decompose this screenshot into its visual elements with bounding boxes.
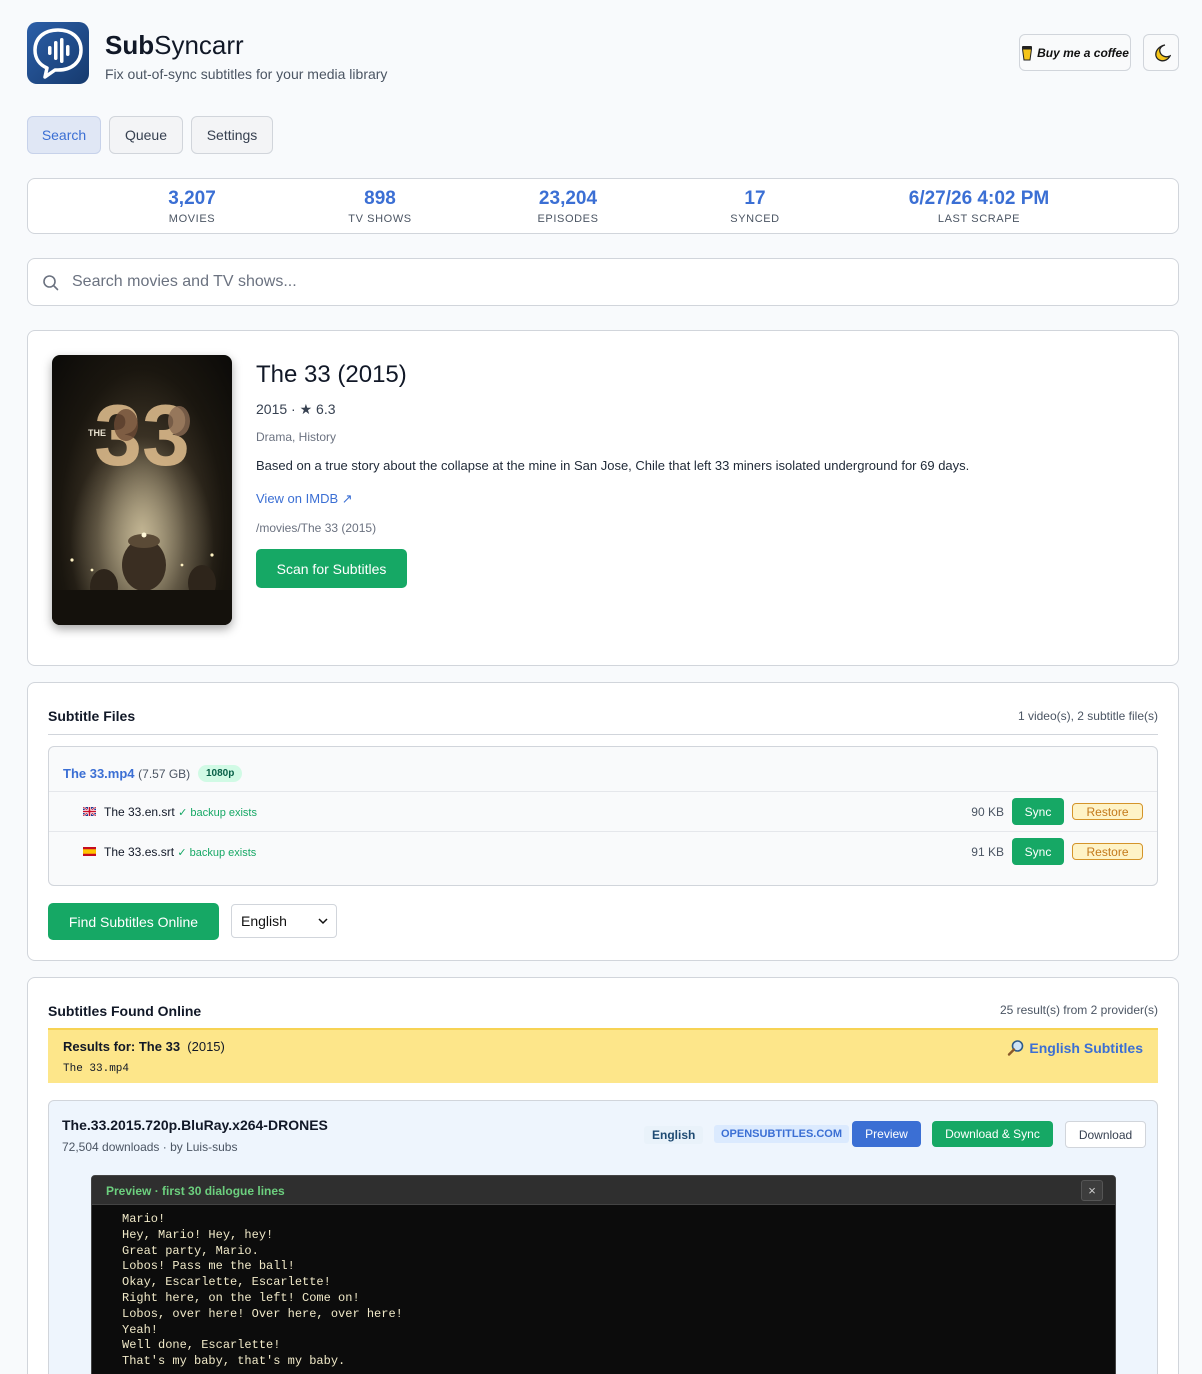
- preview-panel: Preview · first 30 dialogue lines × Mari…: [91, 1175, 1116, 1374]
- dialogue-line: Lobos! Pass me the ball!: [122, 1259, 295, 1274]
- imdb-link[interactable]: View on IMDB ↗: [256, 491, 353, 507]
- search-icon: [43, 275, 59, 291]
- online-results-title: Subtitles Found Online: [48, 1003, 202, 1019]
- dialogue-line: Lobos, over here! Over here, over here!: [122, 1306, 403, 1321]
- dialogue-line: Well done, Escarlette!: [122, 1338, 281, 1353]
- dialogue-line: Okay, Escarlette, Escarlette!: [122, 1275, 331, 1290]
- dialogue-line: That's my baby, that's my baby.: [122, 1354, 346, 1369]
- app-logo: [27, 22, 89, 84]
- preview-lines: Mario! Hey, Mario! Hey, hey! Great party…: [122, 1212, 403, 1370]
- subtitle-file-row: The 33.es.srt ✓ backup exists 91 KB Sync…: [49, 831, 1157, 871]
- video-file: The 33.mp4 (7.57 GB): [63, 766, 190, 781]
- app-title: SubSyncarr: [105, 30, 244, 60]
- download-button[interactable]: Download: [1065, 1121, 1146, 1148]
- online-results-summary: 25 result(s) from 2 provider(s): [999, 1003, 1158, 1017]
- poster-art: THE 33: [52, 355, 232, 625]
- subtitle-file-row: The 33.en.srt ✓ backup exists 90 KB Sync…: [49, 791, 1157, 831]
- find-subtitles-online-button[interactable]: Find Subtitles Online: [48, 903, 219, 940]
- subtitle-file-name: The 33.en.srt ✓ backup exists: [104, 805, 257, 819]
- preview-header: Preview · first 30 dialogue lines ×: [92, 1176, 1115, 1205]
- restore-button[interactable]: Restore: [1072, 843, 1143, 860]
- language-select-value: English: [241, 913, 287, 929]
- dialogue-line: Right here, on the left! Come on!: [122, 1290, 360, 1305]
- stat-tv-shows: 898 TV SHOWS: [348, 188, 412, 225]
- result-meta: 72,504 downloads · by Luis-subs: [62, 1140, 238, 1154]
- chevron-down-icon: [318, 918, 328, 925]
- movie-poster: THE 33: [52, 355, 232, 625]
- results-for-file: The 33.mp4: [63, 1063, 130, 1075]
- stat-movies: 3,207 MOVIES: [168, 188, 216, 225]
- stats-bar: 3,207 MOVIES 898 TV SHOWS 23,204 EPISODES 1…: [27, 178, 1179, 234]
- subtitle-file-name: The 33.es.srt ✓ backup exists: [104, 845, 257, 859]
- dialogue-line: Yeah!: [122, 1322, 159, 1337]
- subtitle-file-size: 90 KB: [971, 805, 1004, 819]
- video-file-size: (7.57 GB): [138, 767, 191, 781]
- theme-toggle-button[interactable]: [1143, 34, 1179, 71]
- tab-queue[interactable]: Queue: [109, 116, 183, 154]
- preview-button[interactable]: Preview: [852, 1121, 921, 1147]
- close-icon[interactable]: ×: [1081, 1180, 1103, 1201]
- results-for-label: Results for: The 33 (2015): [63, 1039, 225, 1054]
- movie-genres: Drama, History: [256, 430, 337, 444]
- search-box: [27, 258, 1179, 306]
- movie-path: /movies/The 33 (2015): [256, 521, 377, 535]
- search-input[interactable]: [72, 267, 1162, 297]
- buy-coffee-label: Buy me a coffee: [1037, 45, 1129, 60]
- app-header: SubSyncarr Fix out-of-sync subtitles for…: [27, 22, 1179, 84]
- result-release-name: The.33.2015.720p.BluRay.x264-DRONES: [62, 1117, 328, 1133]
- online-results-card: Subtitles Found Online 25 result(s) from…: [27, 977, 1179, 1374]
- backup-status: ✓ backup exists: [177, 847, 257, 859]
- results-for-banner: Results for: The 33 (2015) The 33.mp4 En…: [48, 1028, 1158, 1083]
- dialogue-line: Great party, Mario.: [122, 1243, 259, 1258]
- buy-coffee-button[interactable]: Buy me a coffee: [1019, 34, 1131, 71]
- tab-settings[interactable]: Settings: [191, 116, 273, 154]
- tab-search[interactable]: Search: [27, 116, 101, 154]
- sync-button[interactable]: Sync: [1012, 838, 1064, 865]
- moon-icon: [1155, 43, 1171, 61]
- backup-status: ✓ backup exists: [178, 807, 257, 819]
- stat-last-scrape: 6/27/26 4:02 PM LAST SCRAPE: [908, 188, 1050, 225]
- spain-flag-icon: [83, 847, 96, 856]
- movie-card: THE 33 The 33 (2015) 2015 · ★ 6.3 Drama,…: [27, 330, 1179, 666]
- scan-subtitles-button[interactable]: Scan for Subtitles: [256, 549, 407, 588]
- restore-button[interactable]: Restore: [1072, 803, 1143, 820]
- language-select[interactable]: English: [231, 904, 337, 938]
- subtitle-files-title: Subtitle Files: [48, 708, 136, 724]
- subtitle-file-size: 91 KB: [971, 845, 1004, 859]
- movie-year-rating: 2015 · ★ 6.3: [256, 401, 336, 417]
- subtitle-result: The.33.2015.720p.BluRay.x264-DRONES 72,5…: [48, 1100, 1158, 1374]
- dialogue-line: Mario!: [122, 1212, 166, 1226]
- video-file-name[interactable]: The 33.mp4: [63, 766, 135, 781]
- magnifier-icon: [1008, 1040, 1024, 1056]
- result-language-badge: English: [644, 1126, 704, 1144]
- coffee-cup-icon: [1022, 45, 1033, 60]
- resolution-badge: 1080p: [198, 765, 243, 782]
- sync-button[interactable]: Sync: [1012, 798, 1064, 825]
- movie-title: The 33 (2015): [256, 361, 407, 388]
- uk-flag-icon: [83, 807, 96, 816]
- stat-synced: 17 SYNCED: [730, 188, 780, 225]
- waveform-icon: [33, 28, 83, 79]
- preview-title: Preview · first 30 dialogue lines: [106, 1184, 285, 1198]
- result-provider-badge: OPENSUBTITLES.COM: [714, 1125, 850, 1143]
- stat-episodes: 23,204 EPISODES: [537, 188, 599, 225]
- download-sync-button[interactable]: Download & Sync: [932, 1121, 1053, 1147]
- movie-plot: Based on a true story about the collapse…: [256, 458, 970, 473]
- divider: [48, 734, 1158, 735]
- dialogue-line: Hey, Mario! Hey, hey!: [122, 1227, 274, 1242]
- subtitle-files-summary: 1 video(s), 2 subtitle file(s): [1017, 709, 1158, 723]
- app-subtitle: Fix out-of-sync subtitles for your media…: [105, 66, 388, 82]
- poster-big-text: 33: [94, 388, 190, 484]
- video-file-box: The 33.mp4 (7.57 GB) 1080p The 33.en.srt…: [48, 746, 1158, 886]
- english-subtitles-link[interactable]: English Subtitles: [1007, 1039, 1143, 1057]
- subtitle-files-card: Subtitle Files 1 video(s), 2 subtitle fi…: [27, 682, 1179, 961]
